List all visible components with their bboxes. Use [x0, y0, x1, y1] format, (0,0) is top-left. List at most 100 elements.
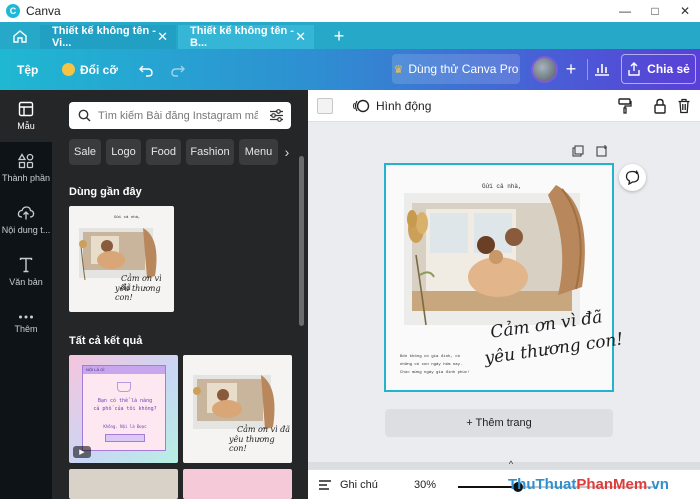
filter-sliders-icon[interactable]	[269, 108, 284, 123]
text-icon	[19, 257, 33, 273]
chip-sale[interactable]: Sale	[69, 139, 101, 165]
search-box[interactable]	[69, 102, 291, 129]
page-body-line2: những có con ngày hôm nay.	[400, 363, 463, 367]
templates-panel: Sale Logo Food Fashion Menu › Dùng gần đ…	[52, 90, 316, 499]
animate-button[interactable]: Hình động	[352, 90, 431, 122]
pink-card-line1: Bạn có thể là nàng	[97, 398, 153, 404]
template-thumb-result-2[interactable]: Cảm ơn vì đã yêu thương con!	[183, 355, 292, 463]
tab-design-1[interactable]: Thiết kế không tên - Vi... ✕	[40, 25, 176, 49]
background-color-swatch[interactable]	[317, 98, 333, 114]
undo-icon[interactable]	[138, 49, 154, 90]
video-badge-icon: ▶	[73, 446, 91, 458]
rail-label: Thành phần	[1, 173, 51, 183]
add-member-plus-icon[interactable]: +	[559, 57, 583, 81]
close-tab-icon[interactable]: ✕	[157, 29, 168, 45]
home-icon[interactable]	[8, 25, 32, 47]
show-pages-caret-icon[interactable]: ^	[503, 458, 519, 470]
page-body-line1: Bốn không có gia đình, có	[400, 355, 461, 359]
add-page-button[interactable]: + Thêm trang	[385, 409, 613, 437]
insights-chart-icon[interactable]	[590, 57, 614, 81]
rail-label: Mẫu	[17, 121, 35, 131]
results-section-title: Tất cả kết quả	[69, 335, 143, 347]
redo-icon[interactable]	[170, 49, 186, 90]
rail-label: Nội dung t...	[1, 225, 51, 235]
lock-icon[interactable]	[651, 97, 669, 115]
template-icon	[18, 101, 34, 117]
design-page[interactable]: Gửi cả nhà, Cảm ơn vì đã yêu thương con!…	[384, 163, 624, 392]
pink-card-question: Không. Nội là Được	[103, 424, 147, 429]
rail-item-uploads[interactable]: Nội dung t...	[0, 194, 52, 246]
pink-card-window: NỘI LÀ GÌ Bạn có thể là nàng cả phố của …	[82, 365, 166, 451]
minimize-icon[interactable]: —	[610, 0, 640, 22]
add-page-icon[interactable]	[594, 143, 610, 159]
thumb-top-note: Gửi cả nhà,	[114, 216, 141, 220]
tab-design-2[interactable]: Thiết kế không tên - B... ✕	[178, 25, 314, 49]
cup-icon	[117, 382, 131, 392]
top-toolbar: Tệp Đổi cỡ ♛ Dùng thử Canva Pro + Chia s…	[0, 49, 700, 90]
file-menu-button[interactable]: Tệp	[17, 49, 38, 90]
chip-menu[interactable]: Menu	[239, 139, 278, 165]
recent-section-title: Dùng gần đây	[69, 186, 142, 198]
duplicate-page-icon[interactable]	[570, 143, 586, 159]
rail-item-text[interactable]: Văn bản	[0, 246, 52, 298]
app-title: Canva	[26, 4, 61, 18]
template-thumb-result-3[interactable]	[69, 469, 178, 499]
template-thumb-result-1[interactable]: NỘI LÀ GÌ Bạn có thể là nàng cả phố của …	[69, 355, 178, 463]
trash-icon[interactable]	[675, 97, 693, 115]
close-tab-icon[interactable]: ✕	[295, 29, 306, 45]
resize-label: Đổi cỡ	[80, 62, 118, 77]
avatar[interactable]	[531, 56, 558, 83]
search-input[interactable]	[98, 109, 258, 122]
chip-logo[interactable]: Logo	[106, 139, 141, 165]
rail-item-templates[interactable]: Mẫu	[0, 90, 52, 142]
animate-label: Hình động	[376, 99, 432, 113]
elements-icon	[18, 153, 34, 169]
thumb-script-2: yêu thương con!	[115, 284, 161, 302]
toolbar-divider	[587, 59, 588, 80]
watermark-part1: ThuThuat	[508, 476, 577, 493]
share-button[interactable]: Chia sẻ	[621, 54, 696, 84]
notes-button[interactable]: Ghi chú	[318, 470, 378, 499]
more-icon	[19, 315, 33, 319]
thumb-script-1: Cảm ơn vì đã	[237, 425, 291, 434]
try-pro-label: Dùng thử Canva Pro	[408, 62, 519, 76]
copy-style-paint-roller-icon[interactable]	[616, 97, 634, 115]
page-top-note: Gửi cả nhà,	[482, 183, 522, 190]
pink-card-button	[105, 434, 145, 442]
try-canva-pro-button[interactable]: ♛ Dùng thử Canva Pro	[392, 54, 520, 84]
add-comment-icon[interactable]	[619, 164, 646, 191]
new-tab-plus-icon[interactable]: +	[328, 25, 350, 47]
pink-card-header: NỘI LÀ GÌ	[83, 366, 165, 374]
share-upload-icon	[628, 62, 640, 76]
editor-toolbar: Hình động	[308, 90, 700, 122]
upload-icon	[17, 206, 35, 220]
rail-item-more[interactable]: Thêm	[0, 298, 52, 350]
pink-card-line2: cả phố của tôi không?	[93, 406, 157, 412]
search-icon	[78, 109, 91, 122]
template-thumb-recent[interactable]: Gửi cả nhà, Cảm ơn vì đã yêu thương con!	[69, 206, 174, 312]
notes-label: Ghi chú	[340, 479, 378, 491]
animate-icon	[353, 99, 370, 113]
editor-area: Hình động Gửi cả nhà, Cảm ơn vì đã yêu t…	[308, 90, 700, 499]
chip-food[interactable]: Food	[146, 139, 181, 165]
canva-logo-icon: C	[6, 4, 20, 18]
maximize-icon[interactable]: □	[640, 0, 670, 22]
watermark-part2: PhanMem	[576, 476, 648, 493]
watermark-part3: .vn	[647, 476, 669, 493]
template-thumb-result-4[interactable]	[183, 469, 292, 499]
zoom-value: 30%	[414, 479, 437, 491]
close-window-icon[interactable]: ✕	[670, 0, 700, 22]
chevron-right-icon[interactable]: ›	[281, 139, 293, 165]
canva-window: C Canva — □ ✕ Thiết kế không tên - Vi...…	[0, 0, 700, 499]
notes-icon	[319, 480, 331, 490]
chip-fashion[interactable]: Fashion	[186, 139, 234, 165]
page-body-line3: Chúc mừng ngày gia đình phúc!	[400, 371, 470, 375]
rail-item-elements[interactable]: Thành phần	[0, 142, 52, 194]
rail-label: Thêm	[14, 324, 38, 334]
resize-button[interactable]: Đổi cỡ	[62, 49, 118, 90]
thumb-script-2: yêu thương con!	[229, 435, 275, 453]
crown-coin-icon	[62, 63, 75, 76]
watermark-text: ThuThuatPhanMem.vn	[508, 476, 669, 493]
rail-label: Văn bản	[9, 277, 43, 287]
title-bar: C Canva — □ ✕	[0, 0, 700, 22]
